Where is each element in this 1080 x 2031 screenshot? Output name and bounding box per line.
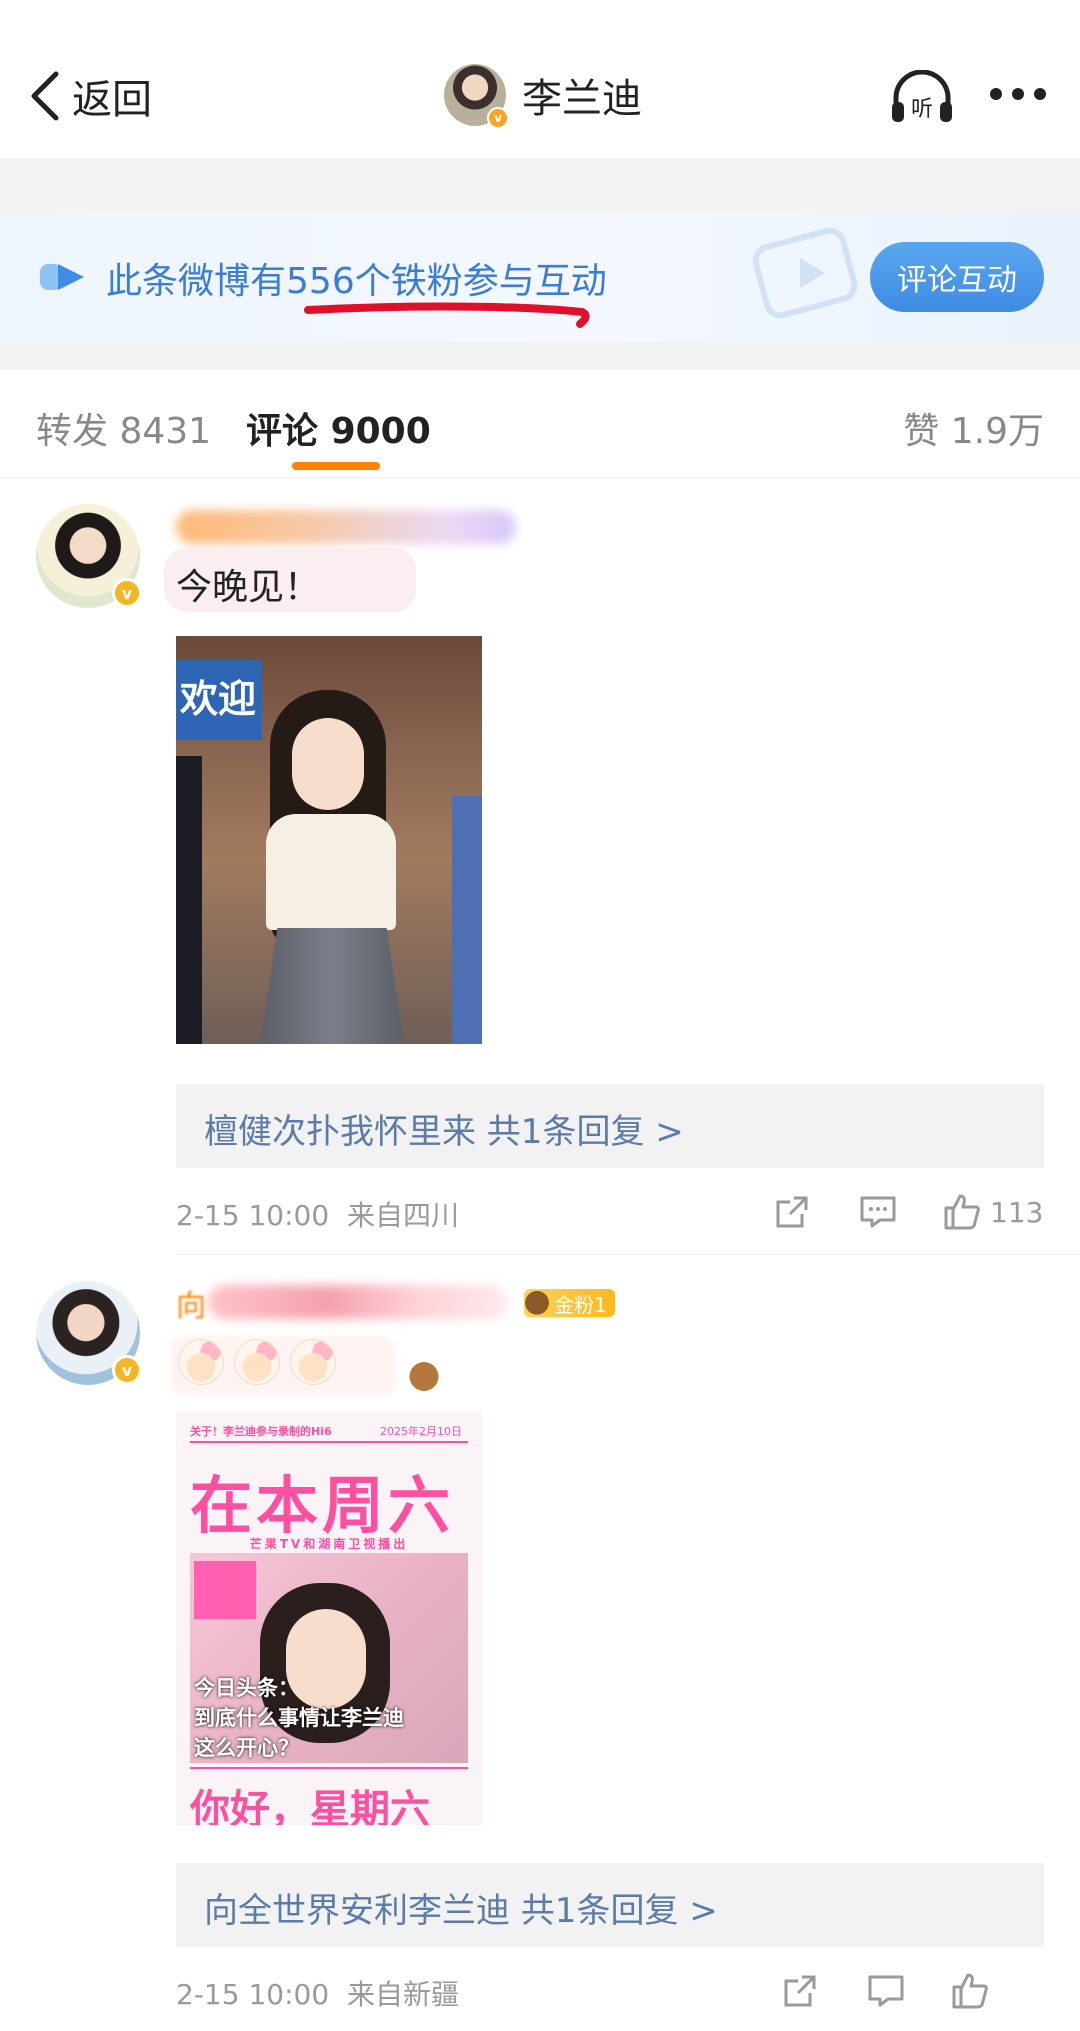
poster-photo-caption: 今日头条： 到底什么事情让李兰迪 这么开心？ — [194, 1676, 404, 1760]
listen-label: 听 — [911, 97, 933, 122]
comment-time: 2-15 10:00 — [176, 1978, 330, 2011]
reply-summary-text: 向全世界安利李兰迪 共1条回复 > — [204, 1891, 718, 1931]
decoration-icon — [752, 227, 858, 319]
profile-name: 李兰迪 — [522, 76, 642, 122]
bear-icon — [520, 1283, 554, 1319]
comment-icon — [860, 1196, 896, 1228]
section-gap — [0, 150, 1080, 212]
banner-text: 此条微博有556个铁粉参与互动 — [106, 261, 607, 302]
active-tab-indicator — [292, 462, 380, 470]
poster-rule — [190, 1767, 468, 1769]
avatar[interactable]: v — [444, 64, 509, 129]
comment-time: 2-15 10:00 — [176, 1199, 330, 1232]
reply-summary[interactable]: 檀健次扑我怀里来 共1条回复 > — [176, 1084, 1044, 1168]
avatar[interactable]: v — [36, 504, 142, 608]
share-icon — [776, 1196, 808, 1228]
comment-item: v 向 金粉1 关于！李兰迪参与录制的Hi6 2025年2月10日 在本周六 芒… — [0, 1255, 1080, 2031]
poster-headline: 在本周六 — [190, 1469, 455, 1542]
emoji-icon — [234, 1339, 280, 1385]
poster-photo: 今日头条： 到底什么事情让李兰迪 这么开心？ — [190, 1553, 468, 1763]
comment-text: 今晚见！ — [176, 567, 321, 608]
fan-count: 556 — [286, 261, 355, 302]
comment-button[interactable] — [866, 1969, 906, 2013]
reply-summary-text: 檀健次扑我怀里来 共1条回复 > — [204, 1112, 684, 1152]
comment-interact-button[interactable]: 评论互动 — [870, 242, 1044, 312]
username-prefix[interactable]: 向 — [176, 1281, 206, 1325]
profile-title[interactable]: v 李兰迪 — [444, 64, 642, 129]
comment-location: 来自四川 — [346, 1199, 459, 1232]
comment-icon — [868, 1975, 904, 2007]
poster-subtitle: 芒果TV和湖南卫视播出 — [249, 1537, 409, 1551]
play-icon — [40, 264, 84, 290]
reply-summary[interactable]: 向全世界安利李兰迪 共1条回复 > — [176, 1863, 1044, 1947]
share-button[interactable] — [780, 1969, 820, 2013]
like-button[interactable]: 113 — [942, 1190, 1043, 1234]
username-blurred[interactable] — [208, 1285, 508, 1319]
back-button[interactable]: 返回 — [28, 68, 152, 124]
comment-meta: 2-15 10:00 来自四川 — [176, 1194, 459, 1234]
like-icon — [944, 1194, 980, 1230]
fan-badge: 金粉1 — [520, 1283, 615, 1319]
tab-like[interactable]: 赞 1.9万 — [903, 402, 1044, 454]
like-count: 113 — [990, 1195, 1044, 1229]
tab-bar: 转发 8431 评论 9000 赞 1.9万 — [0, 370, 1080, 478]
poster-date: 2025年2月10日 — [380, 1425, 462, 1438]
share-icon — [784, 1975, 816, 2007]
top-nav-bar: 返回 v 李兰迪 听 — [0, 0, 1080, 150]
comment-button[interactable] — [858, 1190, 898, 1234]
annotation-underline — [304, 302, 590, 328]
like-icon — [952, 1973, 988, 2009]
emoji-icon — [290, 1339, 336, 1385]
chevron-left-icon — [31, 71, 59, 121]
comment-meta: 2-15 10:00 来自新疆 — [176, 1973, 459, 2013]
share-button[interactable] — [772, 1190, 812, 1234]
comment-image[interactable]: 关于！李兰迪参与录制的Hi6 2025年2月10日 在本周六 芒果TV和湖南卫视… — [176, 1411, 482, 1825]
tab-comment[interactable]: 评论 9000 — [246, 402, 431, 454]
comment-item: v 今晚见！ 欢迎 檀健次扑我怀里来 共1条回复 > 2-15 10:00 来自… — [0, 478, 1080, 1252]
more-icon[interactable] — [990, 88, 1046, 102]
back-label: 返回 — [72, 77, 152, 123]
tab-repost[interactable]: 转发 8431 — [36, 402, 211, 454]
comment-image[interactable]: 欢迎 — [176, 636, 482, 1044]
comment-location: 来自新疆 — [346, 1978, 459, 2011]
headphones-icon[interactable]: 听 — [890, 70, 954, 126]
username-blurred[interactable] — [176, 510, 516, 544]
avatar[interactable]: v — [36, 1281, 142, 1385]
verified-icon: v — [112, 1355, 142, 1385]
poster-rule — [190, 1441, 468, 1443]
poster-top-text: 关于！李兰迪参与录制的Hi6 — [190, 1425, 332, 1438]
poster-bottom-text: 你好，星期六 — [190, 1787, 430, 1825]
bear-sticker-icon — [404, 1351, 444, 1395]
verified-icon: v — [487, 107, 509, 129]
like-button[interactable] — [950, 1969, 990, 2013]
verified-icon: v — [112, 578, 142, 608]
section-gap — [0, 342, 1080, 370]
emoji-icon — [178, 1339, 224, 1385]
image-sign-text: 欢迎 — [176, 660, 262, 740]
